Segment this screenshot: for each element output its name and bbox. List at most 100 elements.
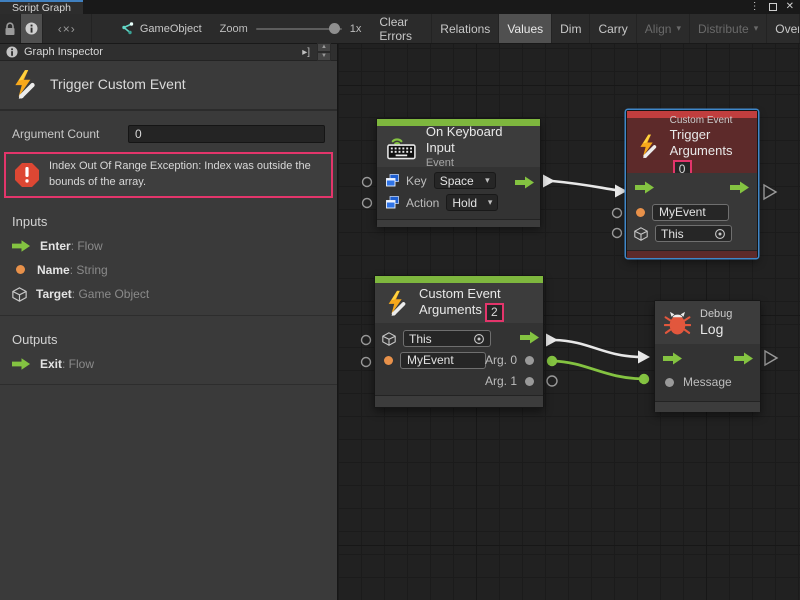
input-row-name: Name: String — [12, 263, 337, 277]
arguments-label: Arguments — [670, 143, 733, 158]
output-row-exit: Exit: Flow — [12, 357, 337, 371]
enter-input-port[interactable] — [635, 181, 655, 194]
trigger-output-port[interactable] — [520, 331, 540, 344]
exit-output-port[interactable] — [734, 352, 754, 365]
gameobject-reference[interactable]: GameObject — [110, 14, 212, 43]
message-row: Message — [665, 375, 732, 389]
event-name-row: MyEvent — [636, 204, 729, 221]
connection-keyboard-to-trigger[interactable] — [543, 175, 627, 198]
lock-button[interactable] — [0, 14, 21, 43]
button-label: Relations — [440, 22, 490, 36]
align-dropdown-button[interactable]: Align ▾ — [637, 14, 690, 43]
close-icon[interactable]: ✕ — [786, 0, 794, 14]
keyboard-input-icon — [386, 134, 417, 160]
port-debug-exit-external[interactable] — [765, 351, 777, 365]
port-type: : Game Object — [72, 287, 149, 301]
relations-button[interactable]: Relations — [432, 14, 499, 43]
arg1-output-port[interactable] — [525, 377, 534, 386]
tab-title: Script Graph — [12, 2, 71, 14]
object-picker-icon[interactable] — [714, 228, 726, 240]
node-custom-event-arguments[interactable]: Custom Event Arguments2 This — [374, 275, 544, 408]
tab-script-graph[interactable]: Script Graph — [0, 0, 83, 14]
trigger-output-port[interactable] — [515, 176, 535, 189]
event-name-field[interactable]: MyEvent — [400, 352, 486, 369]
values-button[interactable]: Values — [499, 14, 552, 43]
node-footer — [655, 401, 760, 412]
node-debug-log[interactable]: Debug Log Message — [654, 300, 761, 412]
section-divider — [0, 384, 337, 385]
cube-icon[interactable] — [634, 227, 648, 241]
message-input-port[interactable] — [665, 378, 674, 387]
action-dropdown[interactable]: Hold ▾ — [446, 194, 498, 211]
button-label: Align — [645, 22, 672, 36]
action-port-row: Action Hold ▾ — [386, 194, 498, 211]
clear-errors-button[interactable]: Clear Errors — [371, 14, 432, 43]
gameobject-label: GameObject — [140, 23, 202, 35]
dock-panel-icon[interactable]: ▸] — [298, 47, 314, 58]
node-body: This MyEvent Arg. 0 Arg. 1 — [375, 323, 543, 395]
spin-up-icon[interactable]: ▲ — [317, 43, 331, 52]
event-name-field[interactable]: MyEvent — [652, 204, 729, 221]
code-preview-button[interactable]: ‹×› — [43, 14, 92, 43]
input-row-enter: Enter: Flow — [12, 239, 337, 253]
port-arg1-external[interactable] — [547, 376, 557, 386]
key-label: Key — [406, 174, 427, 188]
overview-button[interactable]: Overview — [767, 14, 800, 43]
node-title: Custom Event — [419, 286, 502, 302]
port-name-external[interactable] — [613, 209, 622, 218]
object-picker-icon[interactable] — [473, 333, 485, 345]
node-header: Custom Event Arguments2 — [375, 283, 543, 323]
node-trigger-custom-event[interactable]: Custom Event Trigger Arguments0 MyEvent … — [626, 110, 758, 258]
lock-icon — [4, 22, 16, 36]
target-dropdown[interactable]: This — [403, 330, 491, 347]
port-action-external[interactable] — [363, 199, 372, 208]
zoom-slider[interactable] — [256, 28, 342, 30]
port-trigger-exit-external[interactable] — [764, 185, 776, 199]
connection-arguments-to-debug[interactable] — [546, 334, 650, 364]
port-target-external[interactable] — [362, 336, 371, 345]
carry-button[interactable]: Carry — [590, 14, 636, 43]
bug-icon — [664, 309, 691, 336]
graph-toolbar: ‹×› GameObject Zoom 1x Clear Errors Rela… — [0, 14, 800, 44]
arg0-output-port[interactable] — [525, 356, 534, 365]
chevron-down-icon: ▾ — [485, 175, 490, 186]
cube-icon — [12, 287, 27, 302]
connection-arg0-to-message[interactable] — [547, 356, 649, 384]
port-name: Target — [36, 287, 72, 301]
unit-title-block: Trigger Custom Event — [0, 61, 337, 111]
zoom-slider-handle[interactable] — [329, 23, 340, 34]
window-menu-icon[interactable]: ⋮ — [750, 0, 760, 14]
distribute-dropdown-button[interactable]: Distribute ▾ — [690, 14, 767, 43]
action-value: Hold — [452, 196, 477, 210]
inputs-heading: Inputs — [12, 214, 337, 229]
spin-down-icon[interactable]: ▼ — [317, 52, 331, 61]
message-label: Message — [683, 375, 732, 389]
window-controls: ⋮ ✕ — [750, 0, 794, 14]
target-value: This — [409, 332, 432, 346]
flow-arrow-icon — [12, 358, 31, 370]
flow-arrow-icon — [12, 240, 31, 252]
port-name-external[interactable] — [362, 358, 371, 367]
port-name: Exit — [40, 357, 62, 371]
graph-canvas[interactable]: On Keyboard Input Event Key Space ▾ — [337, 44, 800, 600]
maximize-icon[interactable] — [769, 3, 777, 11]
port-target-external[interactable] — [613, 229, 622, 238]
exit-output-port[interactable] — [730, 181, 750, 194]
port-key-external[interactable] — [363, 178, 372, 187]
dim-button[interactable]: Dim — [552, 14, 590, 43]
target-row: This — [382, 330, 491, 347]
chevron-down-icon: ▾ — [754, 23, 759, 34]
string-port-icon[interactable] — [636, 208, 645, 217]
button-label: Values — [507, 22, 543, 36]
enter-input-port[interactable] — [663, 352, 683, 365]
inspector-toggle-button[interactable] — [21, 14, 42, 43]
key-dropdown[interactable]: Space ▾ — [434, 172, 496, 189]
cube-icon[interactable] — [382, 332, 396, 346]
target-dropdown[interactable]: This — [655, 225, 732, 242]
action-label: Action — [406, 196, 439, 210]
node-caption: Custom Event — [670, 114, 748, 127]
node-on-keyboard-input[interactable]: On Keyboard Input Event Key Space ▾ — [376, 118, 541, 226]
node-caption: Debug — [700, 308, 732, 321]
argument-count-input[interactable]: 0 — [128, 125, 325, 143]
string-port-icon[interactable] — [384, 356, 393, 365]
